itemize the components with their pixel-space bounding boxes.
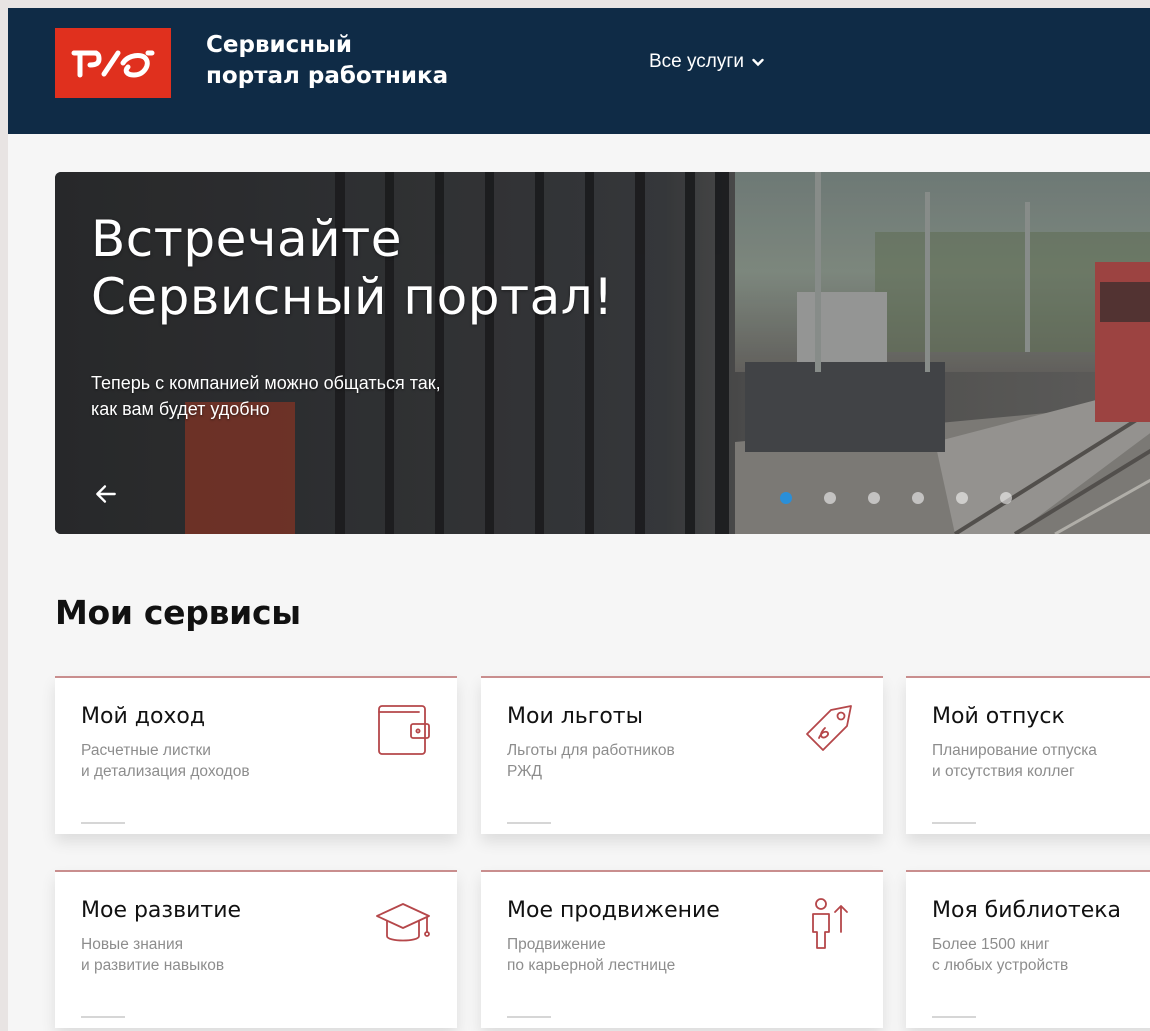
banner-title-line-2: Сервисный портал! <box>91 268 614 326</box>
banner-title-line-1: Встречайте <box>91 210 402 268</box>
service-card-divider <box>507 822 551 824</box>
service-card-description: Более 1500 книг с любых устройств <box>932 934 1068 976</box>
service-card-divider <box>507 1016 551 1018</box>
rzd-logo-icon <box>71 50 155 78</box>
promo-banner[interactable]: Встречайте Сервисный портал! Теперь с ко… <box>55 172 1150 534</box>
page: Сервисный портал работника Все услуги Вс… <box>8 8 1150 1031</box>
graduation-cap-icon <box>376 903 430 942</box>
carousel-dot[interactable] <box>824 492 836 504</box>
service-card-desc-line-2: по карьерной лестнице <box>507 957 676 974</box>
service-card-divider <box>932 822 976 824</box>
top-navbar: Сервисный портал работника Все услуги <box>8 8 1150 134</box>
service-card-title: Моя библиотека <box>932 898 1122 923</box>
service-card-desc-line-1: Новые знания <box>81 936 184 953</box>
career-up-icon <box>812 898 848 949</box>
banner-subtitle-line-2: как вам будет удобно <box>91 399 270 419</box>
service-card-desc-line-2: и развитие навыков <box>81 957 225 974</box>
service-card-divider <box>932 1016 976 1018</box>
service-card-description: Расчетные листки и детализация доходов <box>81 740 250 782</box>
service-card[interactable]: Мой доход Расчетные листки и детализация д… <box>55 676 457 834</box>
all-services-menu[interactable]: Все услуги <box>649 51 764 73</box>
banner-subtitle-line-1: Теперь с компанией можно общаться так, <box>91 373 441 393</box>
arrow-left-icon <box>96 485 116 503</box>
service-card-description: Планирование отпуска и отсутствия коллег <box>932 740 1097 782</box>
service-card-desc-line-2: РЖД <box>507 763 542 780</box>
service-card-desc-line-2: и отсутствия коллег <box>932 763 1075 780</box>
brand-title[interactable]: Сервисный портал работника <box>206 30 448 92</box>
brand-line-2: портал работника <box>206 63 449 89</box>
service-card-divider <box>81 1016 125 1018</box>
service-card-desc-line-2: с любых устройств <box>932 957 1069 974</box>
carousel-dot[interactable] <box>1000 492 1012 504</box>
service-card-description: Льготы для работников РЖД <box>507 740 675 782</box>
service-card[interactable]: Мои льготы Льготы для работников РЖД <box>481 676 883 834</box>
carousel-dot[interactable] <box>868 492 880 504</box>
banner-subtitle: Теперь с компанией можно общаться так, к… <box>91 370 441 422</box>
service-card-desc-line-2: и детализация доходов <box>81 763 250 780</box>
service-card-title: Мой доход <box>81 704 206 729</box>
chevron-down-icon <box>752 58 764 66</box>
service-card-desc-line-1: Льготы для работников <box>507 742 675 759</box>
rzd-logo[interactable] <box>55 28 171 98</box>
service-card-desc-line-1: Продвижение <box>507 936 606 953</box>
service-card-title: Мои льготы <box>507 704 643 729</box>
service-card[interactable]: Мое развитие Новые знания и развитие навык… <box>55 870 457 1028</box>
service-card-desc-line-1: Расчетные листки <box>81 742 211 759</box>
service-card-description: Новые знания и развитие навыков <box>81 934 224 976</box>
brand-line-1: Сервисный <box>206 32 353 58</box>
all-services-label: Все услуги <box>649 51 744 72</box>
carousel-pagination <box>780 492 1012 504</box>
service-card[interactable]: Мое продвижение Продвижение по карьерной л… <box>481 870 883 1028</box>
service-card-title: Мое развитие <box>81 898 242 923</box>
service-card[interactable]: Мой отпуск Планирование отпуска и отсутств… <box>906 676 1150 834</box>
service-card-description: Продвижение по карьерной лестнице <box>507 934 675 976</box>
service-card-title: Мой отпуск <box>932 704 1065 729</box>
service-card-desc-line-1: Более 1500 книг <box>932 936 1050 953</box>
carousel-dot[interactable] <box>780 492 792 504</box>
service-card-desc-line-1: Планирование отпуска <box>932 742 1097 759</box>
wallet-icon <box>378 705 430 755</box>
service-card-divider <box>81 822 125 824</box>
banner-prev-button[interactable] <box>89 477 123 511</box>
carousel-dot[interactable] <box>956 492 968 504</box>
services-heading: Мои сервисы <box>55 593 301 632</box>
tag-icon <box>806 705 852 751</box>
service-card-title: Мое продвижение <box>507 898 720 923</box>
banner-title: Встречайте Сервисный портал! <box>91 210 614 326</box>
service-card[interactable]: Моя библиотека Более 1500 книг с любых уст… <box>906 870 1150 1028</box>
carousel-dot[interactable] <box>912 492 924 504</box>
